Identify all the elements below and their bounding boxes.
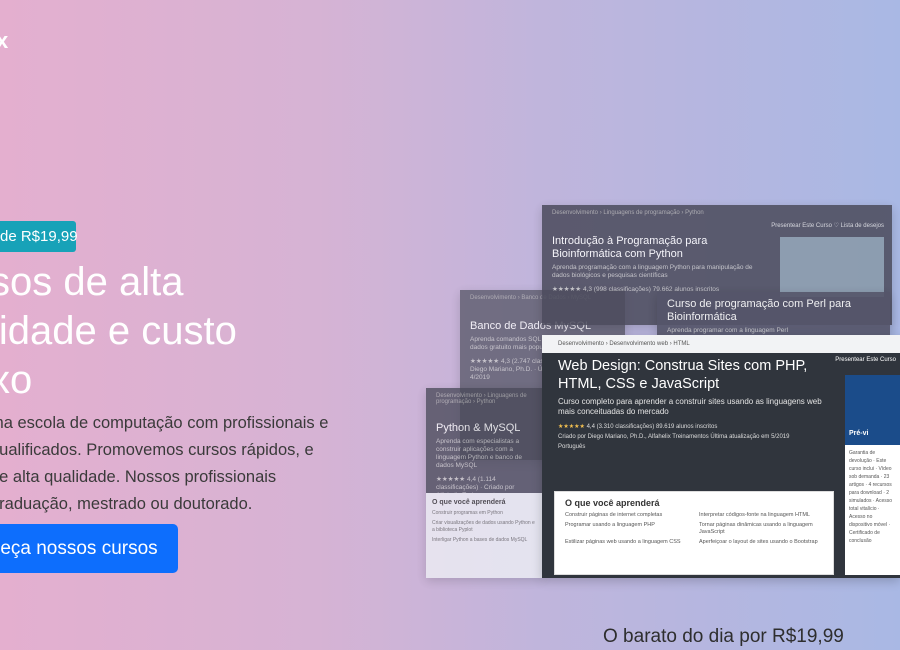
breadcrumb: Desenvolvimento › Linguagens de programa… xyxy=(436,393,527,405)
learn-title: O que você aprenderá xyxy=(432,499,506,506)
web-design-course-screenshot: Desenvolvimento › Desenvolvimento web › … xyxy=(542,335,900,578)
course-title: Curso de programação com Perl para Bioin… xyxy=(667,298,852,323)
deal-of-the-day: O barato do dia por R$19,99 xyxy=(603,626,844,647)
course-subtitle: Aprenda com especialistas a construir ap… xyxy=(436,438,523,469)
course-title: Introdução à Programação para Bioinformá… xyxy=(552,235,708,260)
video-thumbnail xyxy=(780,237,884,297)
rating-text: 4,4 (3.310 classificações) 89.619 alunos… xyxy=(586,424,718,430)
course-subtitle: Aprenda programação com a linguagem Pyth… xyxy=(552,264,753,279)
learn-item: Criar visualizações de dados usando Pyth… xyxy=(432,520,535,533)
know-courses-button[interactable]: eça nossos cursos xyxy=(0,524,178,573)
learn-item: Programar usando a linguagem PHP xyxy=(565,522,655,528)
learn-item: Construir páginas de internet completas xyxy=(565,512,663,518)
learn-item: Interpretar códigos-fonte na linguagem H… xyxy=(699,512,810,518)
learn-title: O que você aprenderá xyxy=(565,498,660,508)
perl-course-screenshot: Curso de programação com Perl para Bioin… xyxy=(657,292,890,336)
hero-title: sos de alta lidade e custo xo xyxy=(0,260,237,402)
course-sidebar: Pré-vi Garantia de devolução · Este curs… xyxy=(845,375,900,575)
brand-logo[interactable]: x xyxy=(0,28,8,54)
learn-section: O que você aprenderá Construir páginas d… xyxy=(554,491,834,575)
breadcrumb: Desenvolvimento › Linguagens de programa… xyxy=(552,210,704,216)
course-includes: Garantia de devolução · Este curso inclu… xyxy=(849,450,893,544)
rating-stars: ★★★★★ xyxy=(558,424,585,430)
learn-item: Aperfeiçoar o layout de sites usando o B… xyxy=(699,539,818,545)
breadcrumb: Desenvolvimento › Desenvolvimento web › … xyxy=(542,335,900,353)
course-title: Web Design: Construa Sites com PHP, HTML… xyxy=(558,358,808,392)
hero-description: ma escola de computação com profissionai… xyxy=(0,414,329,513)
price-badge: de R$19,99 xyxy=(0,221,78,252)
preview-video: Pré-vi xyxy=(845,375,900,445)
learn-section: O que você aprenderá Construir programas… xyxy=(426,493,544,578)
course-title: Python & MySQL xyxy=(436,422,521,434)
learn-item: Interligar Python a bases de dados MySQL xyxy=(432,537,528,543)
course-subtitle: Curso completo para aprender a construir… xyxy=(558,397,822,416)
python-mysql-course-screenshot: Desenvolvimento › Linguagens de programa… xyxy=(426,388,544,578)
gift-wishlist-buttons: Presentear Este Curso ♡ Lista de desejos xyxy=(771,223,884,229)
learn-item: Tornar páginas dinâmicas usando a lingua… xyxy=(699,522,813,535)
gift-course-label: Presentear Este Curso xyxy=(835,357,896,363)
learn-item: Construir programas em Python xyxy=(432,510,503,516)
learn-item: Estilizar páginas web usando a linguagem… xyxy=(565,539,681,545)
